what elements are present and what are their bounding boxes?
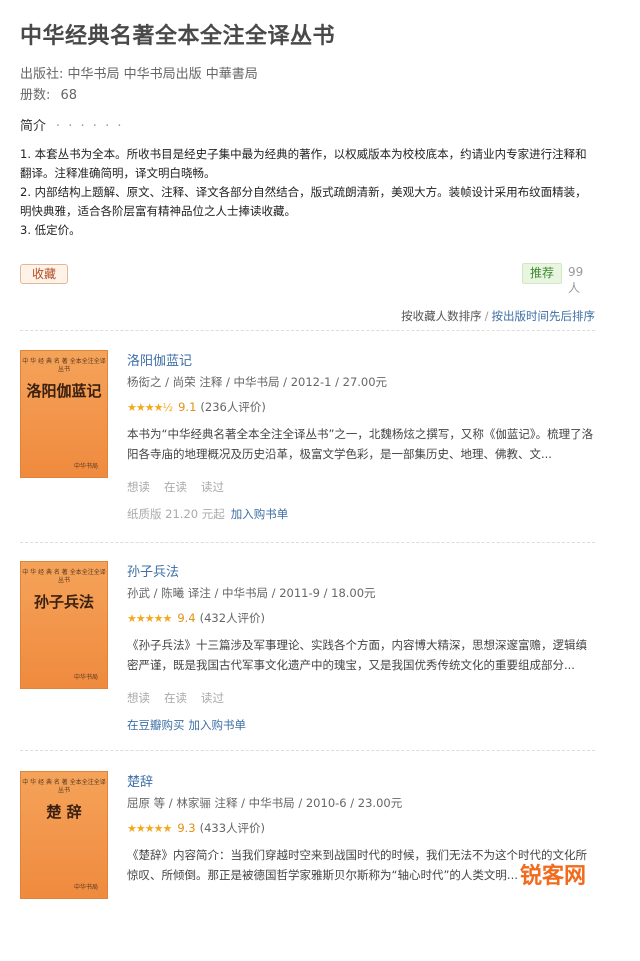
book-title-link[interactable]: 孙子兵法 — [127, 561, 179, 580]
page-title: 中华经典名著全本全注全译丛书 — [20, 24, 336, 49]
book-cover[interactable]: 中 华 经 典 名 著 全本全注全译丛书 楚 辞 中华书局 — [20, 771, 108, 899]
read-button[interactable]: 读过 — [201, 480, 224, 494]
add-to-list-link[interactable]: 加入购书单 — [189, 718, 247, 732]
divider — [20, 750, 595, 751]
collect-button[interactable]: 收藏 — [20, 264, 68, 284]
book-cover[interactable]: 中 华 经 典 名 著 全本全注全译丛书 孙子兵法 中华书局 — [20, 561, 108, 689]
book-actions: 想读 在读 读过 — [127, 690, 238, 706]
intro-heading-row: 简介 · · · · · · — [20, 115, 123, 134]
book-rating: ★★★★★ 9.3 (433人评价) — [127, 820, 265, 836]
cover-title: 楚 辞 — [46, 803, 82, 821]
publisher-row: 出版社: 中华书局 中华书局出版 中華書局 — [20, 63, 258, 82]
read-button[interactable]: 读过 — [201, 691, 224, 705]
intro-line: 翻译。注释准确简明，译文明白晓畅。 — [20, 166, 216, 180]
intro-heading: 简介 — [20, 119, 47, 134]
sort-by-date-link[interactable]: 按出版时间先后排序 — [492, 309, 596, 323]
book-title-link[interactable]: 楚辞 — [127, 771, 153, 790]
book-cover[interactable]: 中 华 经 典 名 著 全本全注全译丛书 洛阳伽蓝记 中华书局 — [20, 350, 108, 478]
book-rating: ★★★★½ 9.1 (236人评价) — [127, 399, 266, 415]
sort-separator: / — [484, 309, 489, 323]
publisher-value: 中华书局 中华书局出版 中華書局 — [67, 67, 258, 82]
star-rating-icon: ★★★★½ — [127, 401, 173, 414]
star-rating-icon: ★★★★★ — [127, 612, 172, 625]
volumes-label: 册数: — [20, 88, 51, 103]
cover-publisher: 中华书局 — [73, 884, 98, 891]
intro-line: 明快典雅，适合各阶层富有精神品位之人士捧读收藏。 — [20, 204, 296, 218]
cover-title: 孙子兵法 — [33, 593, 94, 611]
cover-publisher: 中华书局 — [73, 674, 98, 681]
cover-series: 中 华 经 典 名 著 全本全注全译丛书 — [22, 569, 106, 584]
intro-dots: · · · · · · — [56, 119, 124, 134]
book-purchase-row: 在豆瓣购买 加入购书单 — [127, 717, 250, 733]
book-rating: ★★★★★ 9.4 (432人评价) — [127, 610, 265, 626]
intro-line: 2. 内部结构上题解、原文、注释、译文各部分自然结合，版式疏朗清新，美观大方。装… — [20, 185, 587, 199]
rating-score: 9.1 — [178, 400, 197, 414]
book-purchase-row: 纸质版 21.20 元起 加入购书单 — [127, 506, 292, 522]
book-author-info: 杨衒之 / 尚荣 注释 / 中华书局 / 2012-1 / 27.00元 — [127, 375, 388, 389]
cover-publisher: 中华书局 — [73, 463, 98, 470]
want-read-button[interactable]: 想读 — [127, 480, 150, 494]
rating-votes: (236人评价) — [200, 400, 266, 414]
sort-bar: 按收藏人数排序 / 按出版时间先后排序 — [401, 308, 595, 324]
watermark-logo: 锐客网 — [520, 864, 587, 889]
reading-button[interactable]: 在读 — [164, 480, 187, 494]
volumes-value: 68 — [60, 88, 78, 103]
book-description: 《孙子兵法》十三篇涉及军事理论、实践各个方面，内容博大精深，思想深邃富赡，逻辑缜… — [127, 638, 587, 672]
star-rating-icon: ★★★★★ — [127, 822, 172, 835]
sort-by-collect-link[interactable]: 按收藏人数排序 — [401, 309, 482, 323]
add-to-list-link[interactable]: 加入购书单 — [231, 507, 289, 521]
book-author-info: 孙武 / 陈曦 译注 / 中华书局 / 2011-9 / 18.00元 — [127, 586, 376, 600]
intro-line: 1. 本套丛书为全本。所收书目是经史子集中最为经典的著作，以权威版本为校校底本，… — [20, 147, 587, 161]
book-title-link[interactable]: 洛阳伽蓝记 — [127, 350, 192, 369]
want-read-button[interactable]: 想读 — [127, 691, 150, 705]
rating-votes: (433人评价) — [199, 821, 266, 835]
book-item: 中 华 经 典 名 著 全本全注全译丛书 洛阳伽蓝记 中华书局 洛阳伽蓝记 杨衒… — [20, 350, 595, 540]
publisher-label: 出版社: — [20, 67, 64, 82]
recommend-count: 99人 — [568, 265, 584, 295]
cover-series: 中 华 经 典 名 著 全本全注全译丛书 — [22, 358, 106, 373]
divider — [20, 330, 595, 331]
divider — [20, 542, 595, 543]
reading-button[interactable]: 在读 — [164, 691, 187, 705]
book-author-info: 屈原 等 / 林家骊 注释 / 中华书局 / 2010-6 / 23.00元 — [127, 796, 403, 810]
rating-score: 9.3 — [177, 821, 196, 835]
rating-votes: (432人评价) — [199, 611, 266, 625]
cover-series: 中 华 经 典 名 著 全本全注全译丛书 — [22, 779, 106, 794]
book-description: 本书为“中华经典名著全本全注全译丛书”之一，北魏杨炫之撰写，又称《伽蓝记》。梳理… — [127, 427, 594, 461]
book-actions: 想读 在读 读过 — [127, 479, 238, 495]
book-item: 中 华 经 典 名 著 全本全注全译丛书 楚 辞 中华书局 楚辞 屈原 等 / … — [20, 771, 595, 961]
buy-on-douban-link[interactable]: 在豆瓣购买 — [127, 718, 185, 732]
book-item: 中 华 经 典 名 著 全本全注全译丛书 孙子兵法 中华书局 孙子兵法 孙武 /… — [20, 561, 595, 751]
intro-line: 3. 低定价。 — [20, 223, 81, 237]
cover-title: 洛阳伽蓝记 — [26, 382, 102, 400]
recommend-button[interactable]: 推荐 — [522, 263, 562, 284]
volumes-row: 册数: 68 — [20, 84, 77, 103]
rating-score: 9.4 — [177, 611, 196, 625]
paper-price: 纸质版 21.20 元起 — [127, 507, 225, 521]
